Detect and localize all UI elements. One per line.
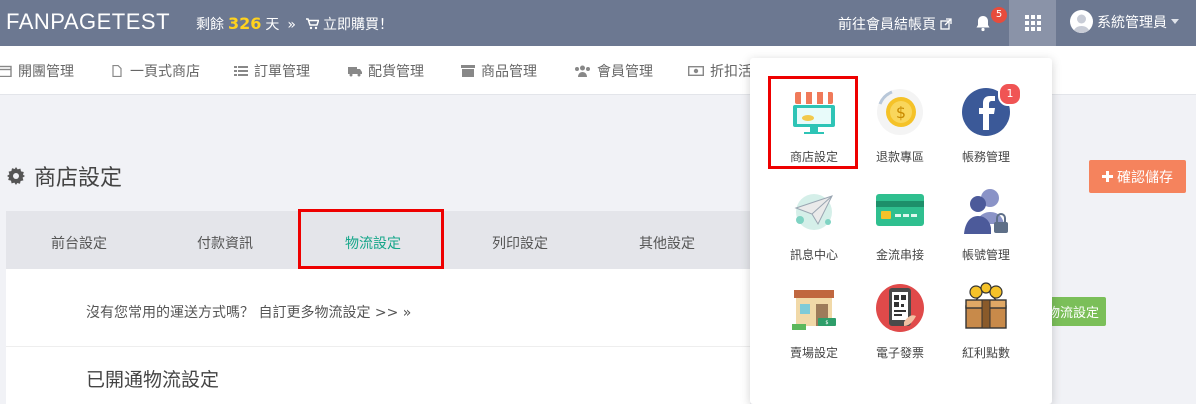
nav-item-orders[interactable]: 訂單管理 [234, 61, 310, 81]
external-link-icon [940, 18, 952, 30]
app-label: 賣場設定 [789, 346, 838, 360]
app-refund[interactable]: $ 退款專區 [858, 82, 942, 172]
member-checkout-label: 前往會員結帳頁 [838, 17, 936, 33]
tab-payment[interactable]: 付款資訊 [197, 233, 253, 253]
apps-menu-button[interactable] [1009, 0, 1056, 46]
app-e-invoice[interactable]: 電子發票 [858, 278, 942, 368]
billing-badge: 1 [998, 82, 1022, 106]
save-button-label: 確認儲存 [1117, 169, 1173, 186]
file-icon [112, 65, 122, 77]
app-label: 訊息中心 [789, 248, 838, 262]
message-icon [794, 194, 833, 230]
nav-item-group-buy[interactable]: 開團管理 [0, 61, 74, 81]
nav-label: 開團管理 [18, 64, 74, 80]
notification-badge: 5 [991, 7, 1007, 23]
member-checkout-link[interactable]: 前往會員結帳頁 [838, 14, 952, 34]
nav-item-products[interactable]: 商品管理 [461, 61, 537, 81]
brand-name[interactable]: FANPAGETEST [6, 9, 170, 35]
grid-icon [1024, 15, 1041, 31]
save-button[interactable]: 確認儲存 [1089, 160, 1186, 193]
buy-now-link[interactable]: 立即購買！ [306, 14, 393, 34]
buy-now-label: 立即購買！ [323, 17, 393, 33]
svg-text:$: $ [896, 103, 906, 122]
calendar-icon [0, 65, 12, 77]
user-name: 系統管理員 [1097, 14, 1167, 31]
nav-item-discount[interactable]: 折扣活 [688, 61, 752, 81]
nav-label: 會員管理 [597, 64, 653, 80]
divider [6, 346, 750, 347]
app-label: 紅利點數 [961, 346, 1010, 360]
page-title-text: 商店設定 [34, 166, 123, 191]
nav-label: 折扣活 [710, 64, 752, 80]
nav-item-one-page-shop[interactable]: 一頁式商店 [110, 61, 200, 81]
tab-storefront[interactable]: 前台設定 [51, 233, 107, 253]
archive-icon [461, 65, 475, 77]
refund-icon: $ [877, 89, 923, 135]
page-title: 商店設定 [6, 160, 122, 192]
avatar [1070, 10, 1093, 33]
caret-down-icon [1171, 19, 1179, 24]
app-label: 帳號管理 [961, 248, 1010, 262]
account-icon [964, 189, 1008, 234]
truck-icon [348, 67, 362, 77]
nav-label: 訂單管理 [254, 64, 310, 80]
tab-other[interactable]: 其他設定 [639, 233, 695, 253]
bell-icon[interactable] [974, 14, 992, 32]
remaining-days: 剩餘 326 天 » [196, 14, 304, 34]
remain-days-count: 326 [228, 14, 262, 33]
app-store-settings[interactable]: $ 賣場設定 [772, 278, 856, 368]
enabled-logistics-title: 已開通物流設定 [86, 369, 220, 391]
app-label: 金流串接 [875, 248, 924, 262]
nav-label: 配貨管理 [368, 64, 424, 80]
app-label: 電子發票 [875, 346, 924, 360]
card-icon [876, 194, 924, 226]
app-bonus-points[interactable]: 紅利點數 [944, 278, 1028, 368]
app-message-center[interactable]: 訊息中心 [772, 180, 856, 270]
list-icon [234, 66, 248, 76]
app-label: 退款專區 [875, 150, 924, 164]
remain-suffix: 天 [265, 17, 280, 33]
top-bar: FANPAGETEST 剩餘 326 天 » 立即購買！ 前往會員結帳頁 5 系統管理… [0, 0, 1196, 46]
cart-icon [306, 18, 319, 30]
custom-logistics-link[interactable]: 沒有您常用的運送方式嗎？ 自訂更多物流設定 >> » [86, 302, 411, 322]
users-icon [575, 65, 590, 77]
tab-print[interactable]: 列印設定 [492, 233, 548, 253]
remain-separator: » [287, 17, 296, 33]
nav-label: 商品管理 [481, 64, 537, 80]
bonus-icon [965, 282, 1007, 329]
nav-label: 一頁式商店 [130, 64, 200, 80]
shop-settings-highlight [768, 76, 858, 169]
app-account-management[interactable]: 帳號管理 [944, 180, 1028, 270]
store-icon: $ [792, 290, 836, 330]
nav-item-delivery[interactable]: 配貨管理 [348, 61, 424, 81]
app-label: 帳務管理 [961, 150, 1010, 164]
plus-icon [1102, 171, 1113, 182]
nav-item-members[interactable]: 會員管理 [574, 61, 653, 81]
money-icon [688, 66, 704, 77]
user-menu[interactable]: 系統管理員 [1070, 10, 1179, 33]
gear-icon [7, 167, 25, 185]
logistics-tab-highlight [298, 209, 444, 269]
einvoice-icon [876, 284, 924, 332]
remain-prefix: 剩餘 [196, 17, 224, 33]
svg-text:$: $ [825, 320, 828, 326]
app-payment-gateway[interactable]: 金流串接 [858, 180, 942, 270]
